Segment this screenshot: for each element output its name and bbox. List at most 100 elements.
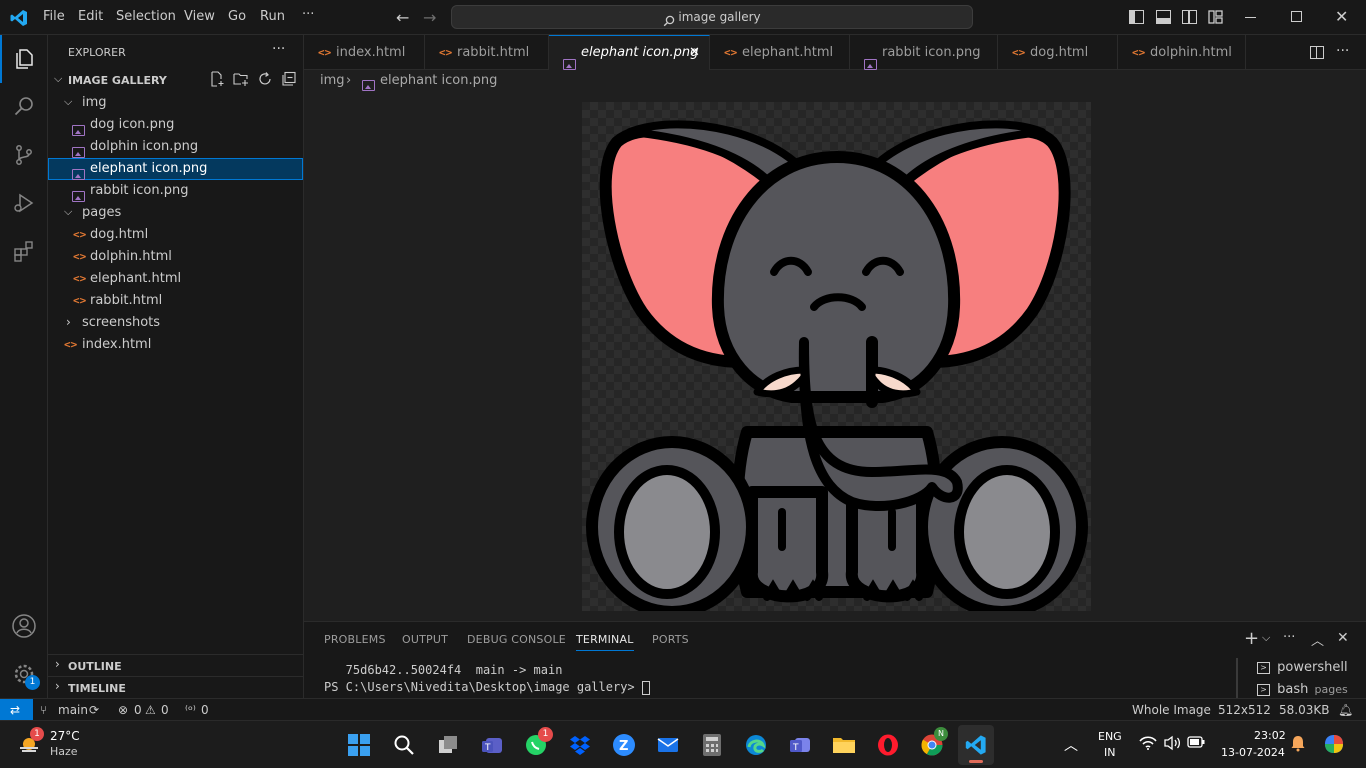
breadcrumb-file[interactable]: elephant icon.png (380, 70, 497, 92)
sync-icon[interactable]: ⟳ (89, 699, 99, 721)
menu-view[interactable]: View (184, 9, 215, 24)
close-panel-icon[interactable]: ✕ (1337, 630, 1349, 646)
show-hidden-icons-chevron-icon[interactable]: ︿ (1064, 735, 1078, 755)
minimize-icon[interactable] (1245, 17, 1256, 18)
wifi-icon[interactable] (1139, 735, 1157, 755)
panel-tab-problems[interactable]: PROBLEMS (324, 633, 386, 646)
tree-folder-img[interactable]: ⌵ img (48, 92, 303, 114)
windows-start-icon[interactable] (343, 729, 375, 761)
clock-time[interactable]: 23:02 (1254, 729, 1286, 742)
extensions-icon[interactable] (0, 227, 48, 275)
tree-folder-pages[interactable]: ⌵ pages (48, 202, 303, 224)
warning-count[interactable]: 0 (161, 699, 169, 721)
maximize-panel-icon[interactable]: ︿ (1311, 630, 1324, 649)
tree-file-rabbit-icon-png[interactable]: rabbit icon.png (48, 180, 303, 202)
notifications-bell-icon[interactable]: 🔔︎ (1338, 699, 1353, 721)
manage-gear-icon[interactable]: 1 (0, 650, 48, 698)
tree-file-index-html[interactable]: <> index.html (48, 334, 303, 356)
branch-name[interactable]: main (58, 699, 88, 721)
collapse-all-icon[interactable] (281, 71, 297, 91)
outline-section[interactable]: › OUTLINE (48, 654, 303, 676)
run-debug-icon[interactable] (0, 179, 48, 227)
teams-icon[interactable]: T (476, 729, 508, 761)
menu-file[interactable]: File (43, 9, 65, 24)
forward-arrow-icon[interactable]: → (423, 8, 436, 27)
customize-layout-icon[interactable] (1208, 10, 1223, 24)
menu-run[interactable]: Run (260, 9, 285, 24)
new-terminal-plus-icon[interactable]: + (1244, 628, 1259, 649)
language-indicator[interactable]: ENG (1098, 730, 1122, 743)
mail-icon[interactable] (652, 729, 684, 761)
close-window-icon[interactable]: ✕ (1335, 7, 1348, 26)
tab-index-html[interactable]: <> index.html (304, 35, 425, 70)
vscode-taskbar-icon[interactable] (958, 725, 994, 765)
file-explorer-icon[interactable] (828, 729, 860, 761)
ports-count[interactable]: 0 (201, 699, 209, 721)
command-center-search[interactable]: image gallery (451, 5, 973, 29)
menu-go[interactable]: Go (228, 9, 246, 24)
terminal-scrollbar[interactable] (1236, 658, 1238, 698)
new-folder-icon[interactable] (233, 71, 249, 91)
terminal-instance-bash[interactable]: > bash pages (1249, 680, 1366, 700)
tree-file-elephant-icon-png[interactable]: elephant icon.png (48, 158, 303, 180)
notification-bell-icon[interactable] (1290, 734, 1306, 756)
new-file-icon[interactable] (209, 71, 225, 91)
whatsapp-icon[interactable]: 1 (520, 727, 553, 761)
tab-dog-html[interactable]: <> dog.html (998, 35, 1118, 70)
panel-tab-output[interactable]: OUTPUT (402, 633, 448, 646)
copilot-icon[interactable] (1322, 733, 1346, 759)
breadcrumb-folder[interactable]: img (320, 70, 345, 92)
tree-file-dog-html[interactable]: <> dog.html (48, 224, 303, 246)
image-preview[interactable] (582, 102, 1091, 618)
region-indicator[interactable]: IN (1104, 746, 1115, 759)
tree-file-rabbit-html[interactable]: <> rabbit.html (48, 290, 303, 312)
search-activity-icon[interactable] (0, 83, 48, 131)
menu-more[interactable]: ··· (302, 7, 314, 22)
opera-browser-icon[interactable] (872, 729, 904, 761)
chevron-down-icon[interactable]: ⌵ (1262, 631, 1270, 645)
zoom-icon[interactable]: Z (608, 729, 640, 761)
tab-elephant-html[interactable]: <> elephant.html (710, 35, 850, 70)
taskbar-search-icon[interactable] (388, 729, 420, 761)
tab-rabbit-icon-png[interactable]: rabbit icon.png (850, 35, 998, 70)
zoom-mode[interactable]: Whole Image (1132, 699, 1211, 721)
vscode-logo-icon[interactable] (9, 8, 29, 28)
tree-folder-screenshots[interactable]: › screenshots (48, 312, 303, 334)
volume-icon[interactable] (1163, 735, 1181, 755)
tree-file-dolphin-html[interactable]: <> dolphin.html (48, 246, 303, 268)
teams-work-icon[interactable]: T (784, 729, 816, 761)
tree-file-dog-icon-png[interactable]: dog icon.png (48, 114, 303, 136)
timeline-section[interactable]: › TIMELINE (48, 676, 303, 698)
source-control-icon[interactable] (0, 131, 48, 179)
project-section-header[interactable]: ⌵ IMAGE GALLERY (48, 69, 303, 91)
edge-browser-icon[interactable] (740, 729, 772, 761)
accounts-icon[interactable] (0, 602, 48, 650)
menu-edit[interactable]: Edit (78, 9, 103, 24)
tree-file-elephant-html[interactable]: <> elephant.html (48, 268, 303, 290)
panel-tab-terminal[interactable]: TERMINAL (576, 633, 634, 651)
remote-indicator[interactable]: ⇄ (0, 699, 33, 720)
menu-selection[interactable]: Selection (116, 9, 176, 24)
panel-more-icon[interactable]: ··· (1283, 630, 1295, 645)
back-arrow-icon[interactable]: ← (396, 8, 409, 27)
tab-rabbit-html[interactable]: <> rabbit.html (425, 35, 549, 70)
explorer-icon[interactable] (0, 35, 48, 83)
tab-dolphin-html[interactable]: <> dolphin.html (1118, 35, 1246, 70)
toggle-primary-sidebar-icon[interactable] (1129, 10, 1144, 24)
dropbox-icon[interactable] (564, 729, 596, 761)
toggle-secondary-sidebar-icon[interactable] (1182, 10, 1197, 24)
panel-tab-debug-console[interactable]: DEBUG CONSOLE (467, 633, 566, 646)
panel-tab-ports[interactable]: PORTS (652, 633, 689, 646)
weather-widget[interactable]: 1 27°C Haze (16, 727, 106, 761)
close-tab-icon[interactable]: ✕ (689, 35, 700, 70)
split-editor-icon[interactable] (1310, 46, 1324, 59)
chrome-browser-icon[interactable]: N (916, 727, 948, 761)
tab-elephant-icon-png[interactable]: elephant icon.png ✕ (549, 35, 710, 70)
tree-file-dolphin-icon-png[interactable]: dolphin icon.png (48, 136, 303, 158)
restore-icon[interactable] (1291, 11, 1302, 22)
clock-date[interactable]: 13-07-2024 (1221, 746, 1285, 759)
explorer-more-icon[interactable]: ··· (272, 41, 285, 57)
editor-more-icon[interactable]: ··· (1336, 43, 1349, 59)
calculator-icon[interactable] (696, 729, 728, 761)
task-view-icon[interactable] (432, 729, 464, 761)
